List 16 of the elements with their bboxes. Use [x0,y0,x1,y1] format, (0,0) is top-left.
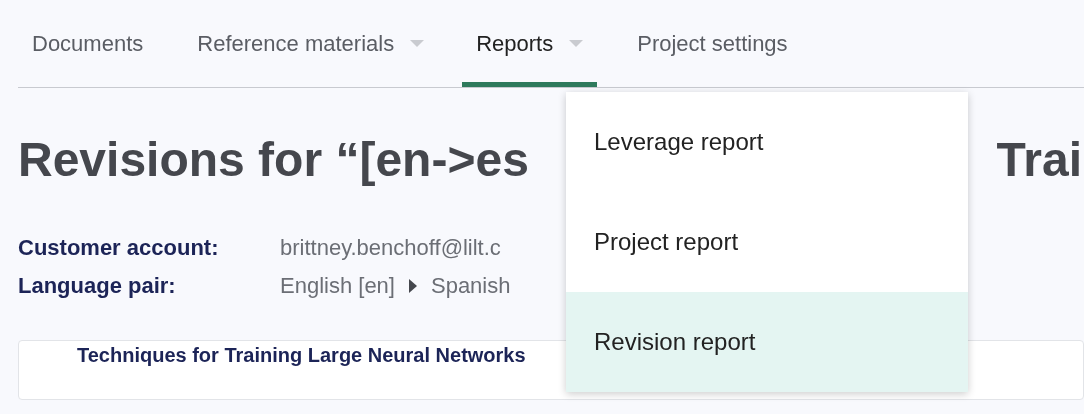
document-name[interactable]: Techniques for Training Large Neural Networks [77,344,526,366]
target-language: Spanish [430,272,511,300]
menu-item[interactable]: Revision report [566,292,968,392]
field-label: Customer account: [18,234,220,262]
field-value: brittney.benchoff@lilt.c [280,234,501,262]
field-label: Language pair: [18,272,177,300]
nav-tab[interactable]: Project settings [623,0,802,87]
nav-tab[interactable]: Documents [18,0,158,87]
page-title: Revisions for “[en->es [18,132,529,188]
menu-item[interactable]: Project report [566,192,968,292]
source-language: English [en] [280,272,395,300]
page-title: Trai [996,132,1082,188]
nav-tab[interactable]: Reports [462,0,598,87]
arrow-right-icon [408,279,417,293]
menu-item[interactable]: Leverage report [566,92,968,192]
nav-tab[interactable]: Reference materials [183,0,439,87]
